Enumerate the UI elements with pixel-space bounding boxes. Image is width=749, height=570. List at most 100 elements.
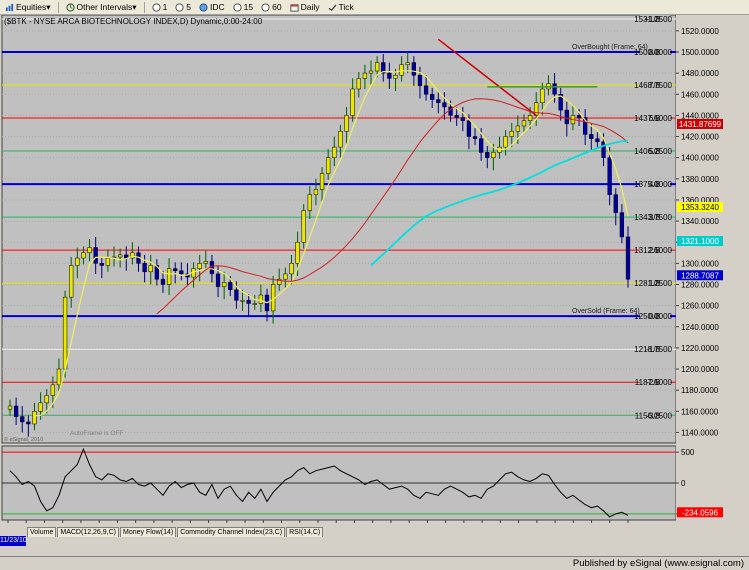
daily-button[interactable]: Daily (287, 1, 323, 13)
candle-body (515, 125, 521, 132)
candle-body (26, 421, 31, 425)
candle-body (240, 300, 245, 302)
murrey-level-value: 1218.7500 (634, 345, 672, 354)
candle-body (166, 268, 172, 285)
murrey-level-value: 1375.0000 (634, 180, 672, 189)
price-panel-bg (1, 15, 677, 444)
idc-button[interactable]: IDC (196, 1, 228, 13)
candle-body (387, 72, 392, 79)
murrey-level-value: 1312.5000 (634, 246, 672, 255)
equities-menu[interactable]: Equities ▾ (2, 1, 54, 13)
footer-text: Published by eSignal (www.esignal.com) (572, 558, 744, 569)
tab-volume[interactable]: Volume (27, 527, 57, 537)
y-tick-label: 1340.0000 (681, 217, 719, 226)
candle-body (436, 99, 441, 103)
murrey-level-value: 1156.2500 (635, 411, 673, 420)
intervals-icon (65, 2, 75, 12)
candle-body (209, 260, 215, 275)
candle-body (69, 265, 74, 298)
candle-body (13, 405, 19, 417)
candle-body (552, 83, 557, 95)
candle-body (148, 265, 153, 273)
y-tick-label: 1520.0000 (681, 27, 719, 36)
clock-icon (261, 2, 270, 12)
equities-icon (5, 3, 14, 11)
candle-body (93, 247, 98, 264)
candle-body (117, 254, 123, 258)
murrey-level-value: 1437.5000 (634, 114, 672, 123)
candle-body (179, 270, 184, 275)
candle-body (295, 241, 300, 264)
murrey-level-value: 1250.0000 (634, 312, 672, 321)
price-tag-label: 1288.7087 (681, 271, 719, 280)
candle-body (417, 74, 423, 87)
candle-body (307, 194, 312, 211)
candle-body (234, 289, 239, 301)
y-tick-label: 1480.0000 (681, 69, 719, 78)
y-tick-label: 1400.0000 (681, 154, 719, 163)
candle-body (362, 72, 368, 79)
candle-body (160, 278, 166, 285)
candle-body (7, 405, 13, 410)
candle-body (289, 263, 294, 275)
interval-5-button[interactable]: 5 (172, 1, 194, 13)
candle-body (613, 194, 618, 213)
candle-body (595, 138, 600, 143)
candle-body (283, 273, 288, 280)
candle-body (222, 282, 227, 287)
other-intervals-menu[interactable]: Other Intervals ▾ (63, 1, 140, 13)
candle-body (454, 115, 459, 118)
murrey-level-value: 1281.2500 (634, 279, 672, 288)
candle-body (411, 62, 416, 76)
candle-body (589, 134, 594, 139)
candle-body (203, 260, 208, 264)
toolbar-divider (143, 1, 145, 13)
y-tick-label: 1200.0000 (681, 365, 719, 374)
osc-y-tick-label: 500 (681, 448, 695, 457)
candle-body (38, 402, 43, 412)
murrey-note: OverBought (Frame: 64) (572, 44, 648, 51)
osc-y-tick-label: 0 (681, 479, 686, 488)
candle-body (246, 300, 251, 304)
candle-body (105, 257, 111, 266)
candle-body (197, 263, 202, 269)
clock-icon (175, 2, 184, 12)
y-tick-label: 1240.0000 (681, 323, 719, 332)
indicator-tabs: Volume MACD(12,26,9,C) Money Flow(14) Co… (27, 527, 324, 537)
interval-15-button[interactable]: 15 (230, 1, 256, 13)
toolbar-divider (57, 1, 59, 13)
candle-body (75, 257, 80, 266)
candle-body (442, 102, 447, 108)
candle-body (338, 130, 343, 148)
candle-body (491, 152, 496, 158)
tick-icon (328, 3, 337, 11)
candle-body (472, 136, 478, 139)
copyright-note: © eSignal, 2010 (4, 436, 43, 443)
candle-body (81, 252, 86, 259)
current-date-box: 11/23/10 (0, 536, 27, 546)
candle-body (485, 152, 490, 158)
candle-body (44, 395, 49, 404)
tab-money-flow[interactable]: Money Flow(14) (120, 527, 177, 537)
clock-icon (233, 2, 242, 12)
candle-body (393, 74, 398, 79)
footer: Published by eSignal (www.esignal.com) (0, 556, 749, 570)
candle-body (479, 138, 484, 153)
candle-body (319, 173, 325, 190)
candle-body (332, 146, 337, 158)
y-tick-label: 1280.0000 (681, 280, 719, 289)
tab-rsi[interactable]: RSI(14,C) (286, 527, 324, 537)
interval-60-button[interactable]: 60 (258, 1, 284, 13)
candle-body (20, 416, 25, 423)
interval-1-button[interactable]: 1 (149, 1, 171, 13)
tick-button[interactable]: Tick (325, 1, 357, 13)
osc-price-tag-label: -234.0596 (682, 508, 719, 517)
candle-body (301, 210, 306, 243)
candle-body (32, 411, 37, 425)
candle-body (326, 157, 331, 174)
tab-macd[interactable]: MACD(12,26,9,C) (57, 527, 119, 537)
tab-cci[interactable]: Commodity Channel Index(23,C) (177, 527, 286, 537)
candle-body (460, 117, 465, 121)
globe-icon (199, 2, 208, 12)
candle-body (405, 62, 410, 65)
